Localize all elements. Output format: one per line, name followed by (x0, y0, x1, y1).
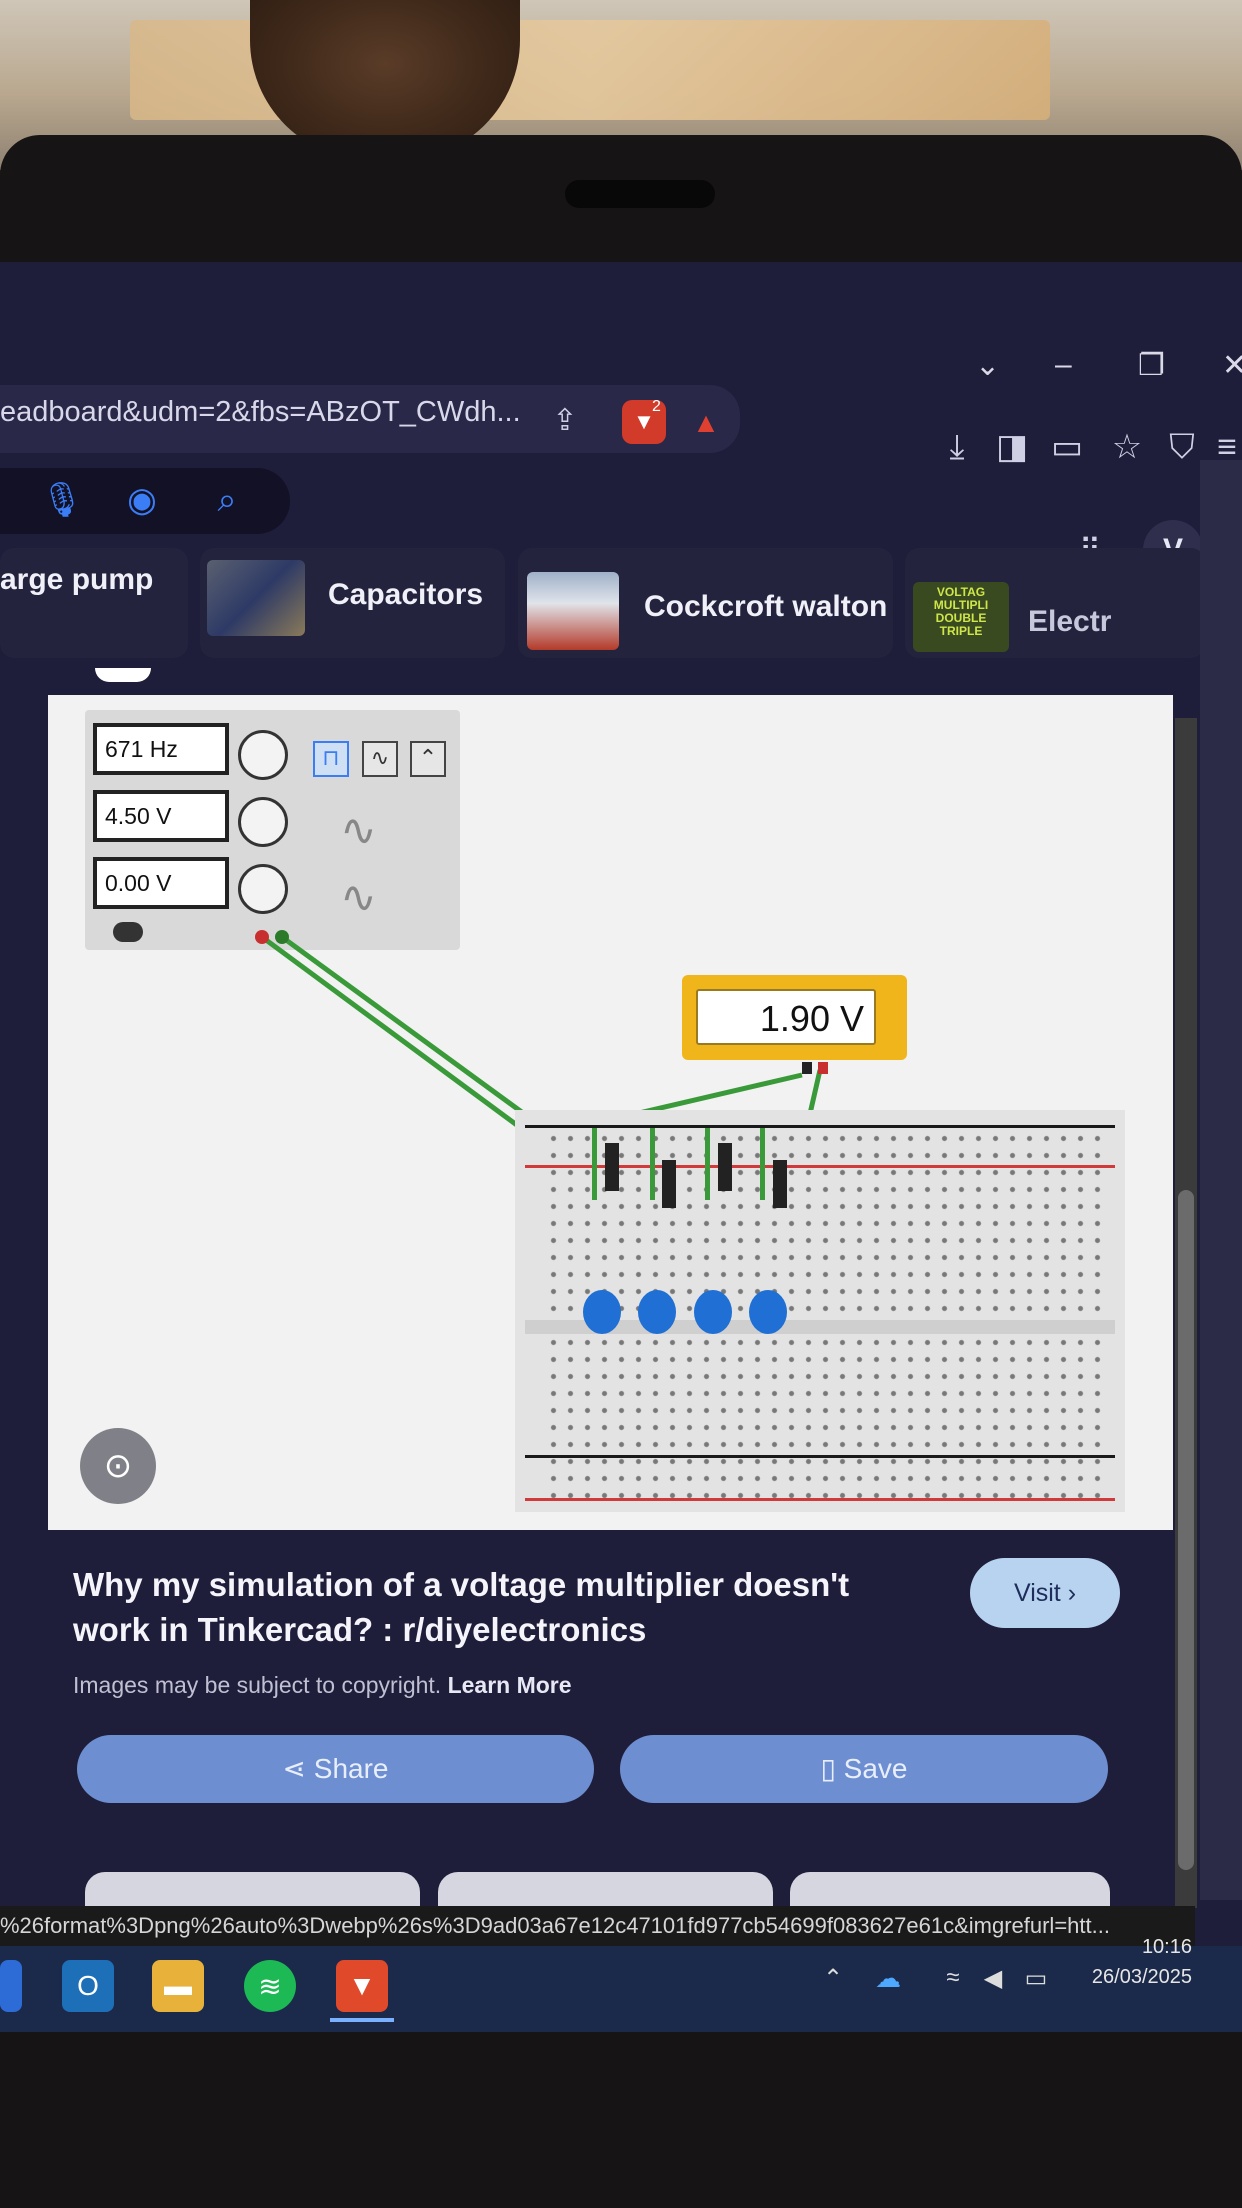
diode (718, 1143, 732, 1191)
diode (773, 1160, 787, 1208)
fg-terminal-green (275, 930, 289, 944)
rail-negative-top (525, 1125, 1115, 1128)
file-explorer-icon[interactable]: ▬ (152, 1960, 204, 2012)
diode (605, 1143, 619, 1191)
save-button[interactable]: ▯ Save (620, 1735, 1108, 1803)
brave-icon[interactable]: ▼ (336, 1960, 388, 2012)
fg-terminal-red (255, 930, 269, 944)
share-label: Share (313, 1753, 389, 1784)
diode (662, 1160, 676, 1208)
volume-icon[interactable]: ◀ (975, 1960, 1011, 1996)
copyright-notice: Images may be subject to copyright. Lear… (73, 1672, 572, 1699)
jumper-wire (592, 1128, 597, 1200)
wire-fg-1 (260, 934, 550, 1151)
system-clock[interactable]: 10:16 26/03/2025 (1092, 1932, 1192, 1992)
battery-icon[interactable]: ▭ (1018, 1960, 1054, 1996)
breadboard-holes (545, 1130, 1105, 1505)
active-app-indicator (330, 2018, 394, 2022)
capacitor (694, 1290, 732, 1334)
copyright-text: Images may be subject to copyright. (73, 1672, 442, 1698)
visit-label: Visit (1013, 1579, 1061, 1607)
clock-date: 26/03/2025 (1091, 1966, 1192, 1988)
share-button[interactable]: ⋖ Share (77, 1735, 594, 1803)
spotify-icon[interactable]: ≋ (244, 1960, 296, 2012)
jumper-wire (705, 1128, 710, 1200)
share-icon: ⋖ (282, 1753, 314, 1784)
widgets-icon[interactable] (0, 1960, 22, 2012)
capacitor (638, 1290, 676, 1334)
wifi-icon[interactable]: ≈ (935, 1960, 971, 1996)
outlook-icon[interactable]: O (62, 1960, 114, 2012)
result-title[interactable]: Why my simulation of a voltage multiplie… (73, 1562, 903, 1652)
multimeter-reading: 1.90 V (696, 989, 876, 1045)
tray-chevron-icon[interactable]: ⌃ (815, 1960, 851, 1996)
capacitor (583, 1290, 621, 1334)
visual-search-icon[interactable]: ⊙ (80, 1428, 156, 1504)
save-label: Save (843, 1753, 908, 1784)
jumper-wire (760, 1128, 765, 1200)
learn-more-link[interactable]: Learn More (448, 1672, 572, 1698)
clock-time: 10:16 (1141, 1936, 1192, 1958)
multimeter-probe-v (818, 1062, 828, 1074)
onedrive-icon[interactable]: ☁ (870, 1960, 906, 1996)
jumper-wire (650, 1128, 655, 1200)
multimeter-probe-com (802, 1062, 812, 1074)
status-url-bar: %26format%3Dpng%26auto%3Dwebp%26s%3D9ad0… (0, 1906, 1195, 1946)
visit-button[interactable]: Visit › (970, 1558, 1120, 1628)
capacitor (749, 1290, 787, 1334)
bookmark-icon: ▯ (820, 1753, 844, 1784)
